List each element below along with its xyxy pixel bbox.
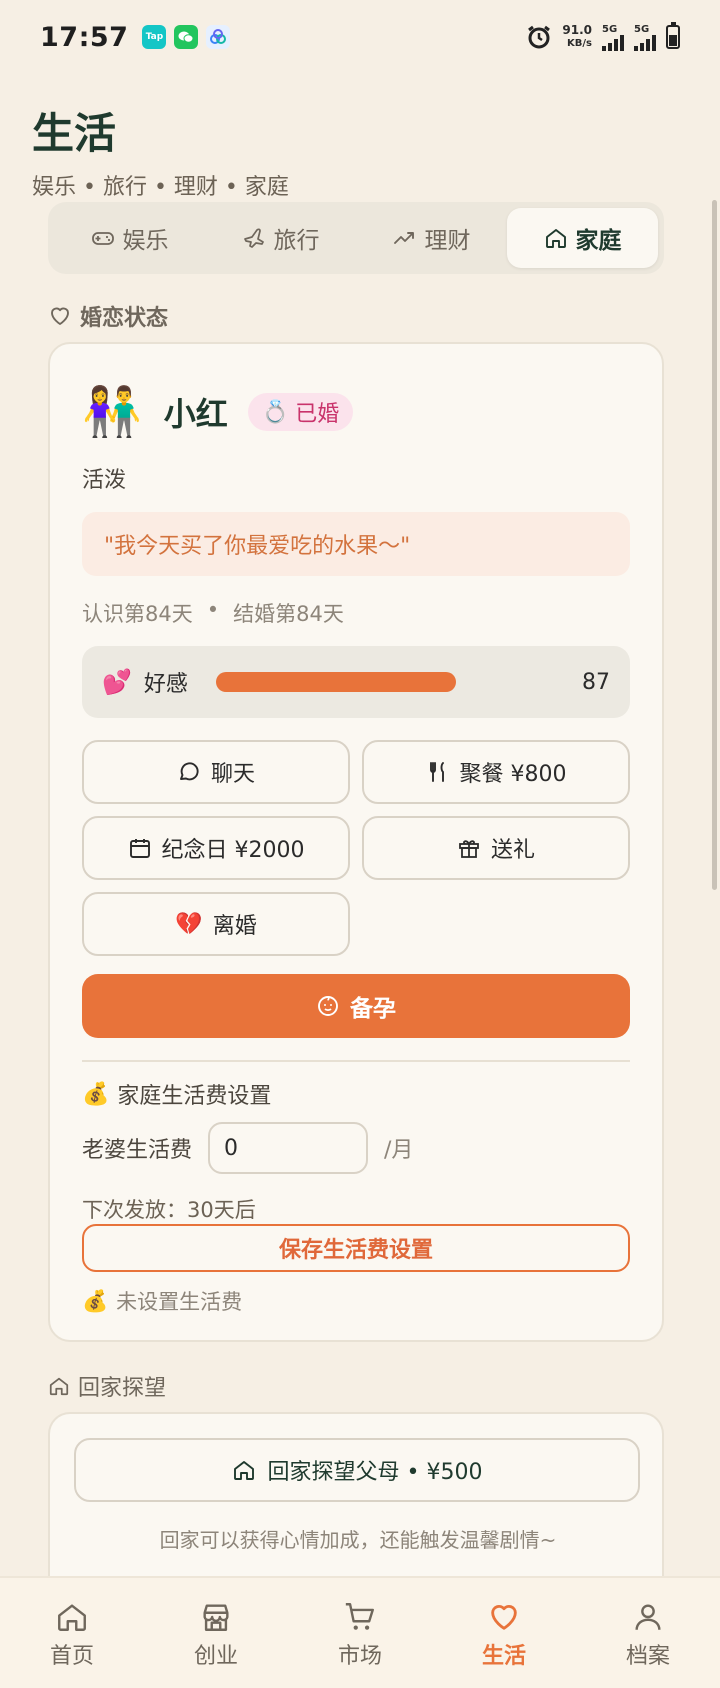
heart-icon <box>491 1605 517 1630</box>
utensils-icon <box>429 762 444 782</box>
partner-name: 小红 <box>163 395 228 433</box>
gift-button[interactable]: 送礼 <box>362 816 630 880</box>
nav-profile[interactable]: 档案 <box>576 1600 720 1688</box>
allowance-unit: /月 <box>384 1138 414 1163</box>
affection-progress-bar <box>215 672 492 692</box>
signal-strength-2: 5G <box>634 24 656 51</box>
signal-strength-1: 5G <box>602 24 624 51</box>
calendar-icon <box>129 839 150 858</box>
visit-home-card: 回家探望父母 • ¥500 回家可以获得心情加成，还能触发温馨剧情~ <box>48 1412 664 1576</box>
battery-icon <box>666 22 680 49</box>
affection-progress-fill <box>215 672 457 692</box>
chat-bubble-icon <box>180 762 199 781</box>
cloud-app-icon <box>206 25 231 49</box>
user-icon <box>635 1604 661 1630</box>
gamepad-icon <box>91 232 114 245</box>
affection-value: 87 <box>582 669 610 695</box>
page-title: 生活 <box>32 109 117 158</box>
affection-meter: 💕 好感 87 <box>82 646 630 718</box>
home-icon <box>49 1377 69 1396</box>
money-bag-icon: 💰 <box>82 1081 110 1107</box>
page-header: 生活 娱乐 • 旅行 • 理财 • 家庭 <box>32 100 289 201</box>
taptap-icon: Tap <box>142 25 167 49</box>
home-icon <box>58 1604 86 1631</box>
status-time: 17:57 <box>40 21 129 53</box>
allowance-section-title: 💰 家庭生活费设置 <box>82 1081 272 1110</box>
partner-personality: 活泼 <box>82 468 127 493</box>
prepare-baby-button[interactable]: 备孕 <box>82 974 630 1038</box>
plane-icon <box>243 228 264 248</box>
nav-business[interactable]: 创业 <box>144 1600 288 1688</box>
visit-home-hint: 回家可以获得心情加成，还能触发温馨剧情~ <box>159 1528 557 1552</box>
alarm-clock-icon <box>528 25 551 49</box>
relationship-card: 👫 小红 💍 已婚 活泼 "我今天买了你最爱吃的水果～" 认识第84天 • 结婚… <box>48 342 664 1342</box>
network-speed: 91.0 KB/s <box>562 23 592 50</box>
relationship-section-label: 婚恋状态 <box>48 300 168 332</box>
nav-life[interactable]: 生活 <box>432 1600 576 1688</box>
cart-icon <box>345 1603 374 1630</box>
store-icon <box>203 1604 229 1631</box>
scrollbar[interactable] <box>712 200 717 890</box>
affection-label: 好感 <box>143 672 188 697</box>
chat-button[interactable]: 聊天 <box>82 740 350 804</box>
partner-quote: "我今天买了你最爱吃的水果～" <box>82 512 630 576</box>
couple-avatar: 👫 <box>82 384 142 440</box>
save-allowance-button[interactable]: 保存生活费设置 <box>82 1224 630 1272</box>
allowance-input[interactable] <box>208 1122 369 1174</box>
hearts-icon: 💕 <box>102 668 132 696</box>
status-indicators: 91.0 KB/s 5G 5G <box>526 22 680 51</box>
trend-up-icon <box>393 232 414 244</box>
visit-home-section-label: 回家探望 <box>48 1370 166 1402</box>
tab-travel[interactable]: 旅行 <box>205 208 356 268</box>
allowance-label: 老婆生活费 <box>82 1138 193 1163</box>
category-tabs: 娱乐 旅行 理财 家庭 <box>48 202 664 274</box>
ring-icon: 💍 <box>261 399 290 425</box>
gift-icon <box>459 840 479 858</box>
divider <box>82 1060 630 1062</box>
nav-home[interactable]: 首页 <box>0 1600 144 1688</box>
home-icon <box>545 229 566 248</box>
home-icon <box>233 1461 254 1480</box>
wechat-icon <box>174 25 199 49</box>
visit-parents-button[interactable]: 回家探望父母 • ¥500 <box>74 1438 640 1502</box>
nav-market[interactable]: 市场 <box>288 1600 432 1688</box>
money-bag-icon: 💰 <box>82 1288 109 1313</box>
relationship-days: 认识第84天 • 结婚第84天 <box>82 598 344 626</box>
divorce-button[interactable]: 💔 离婚 <box>82 892 350 956</box>
next-payment-text: 下次发放：30天后 <box>82 1198 256 1222</box>
marital-status-badge: 💍 已婚 <box>247 393 354 431</box>
bottom-navigation: 首页 创业 市场 生活 档案 <box>0 1576 720 1688</box>
allowance-status: 💰 未设置生活费 <box>82 1288 243 1315</box>
broken-heart-icon: 💔 <box>175 911 203 937</box>
dinner-button[interactable]: 聚餐 ¥800 <box>362 740 630 804</box>
anniversary-button[interactable]: 纪念日 ¥2000 <box>82 816 350 880</box>
tab-entertainment[interactable]: 娱乐 <box>54 208 205 268</box>
partner-header: 👫 小红 💍 已婚 <box>82 382 354 442</box>
heart-outline-icon <box>51 307 69 325</box>
status-app-icons: Tap <box>142 25 231 49</box>
page-subtitle: 娱乐 • 旅行 • 理财 • 家庭 <box>32 175 289 200</box>
allowance-row: 老婆生活费 /月 <box>82 1122 413 1174</box>
tab-finance[interactable]: 理财 <box>356 208 507 268</box>
baby-icon <box>318 996 338 1016</box>
tab-family[interactable]: 家庭 <box>507 208 658 268</box>
status-bar: 17:57 Tap 91.0 KB/s 5G 5G <box>0 0 720 74</box>
